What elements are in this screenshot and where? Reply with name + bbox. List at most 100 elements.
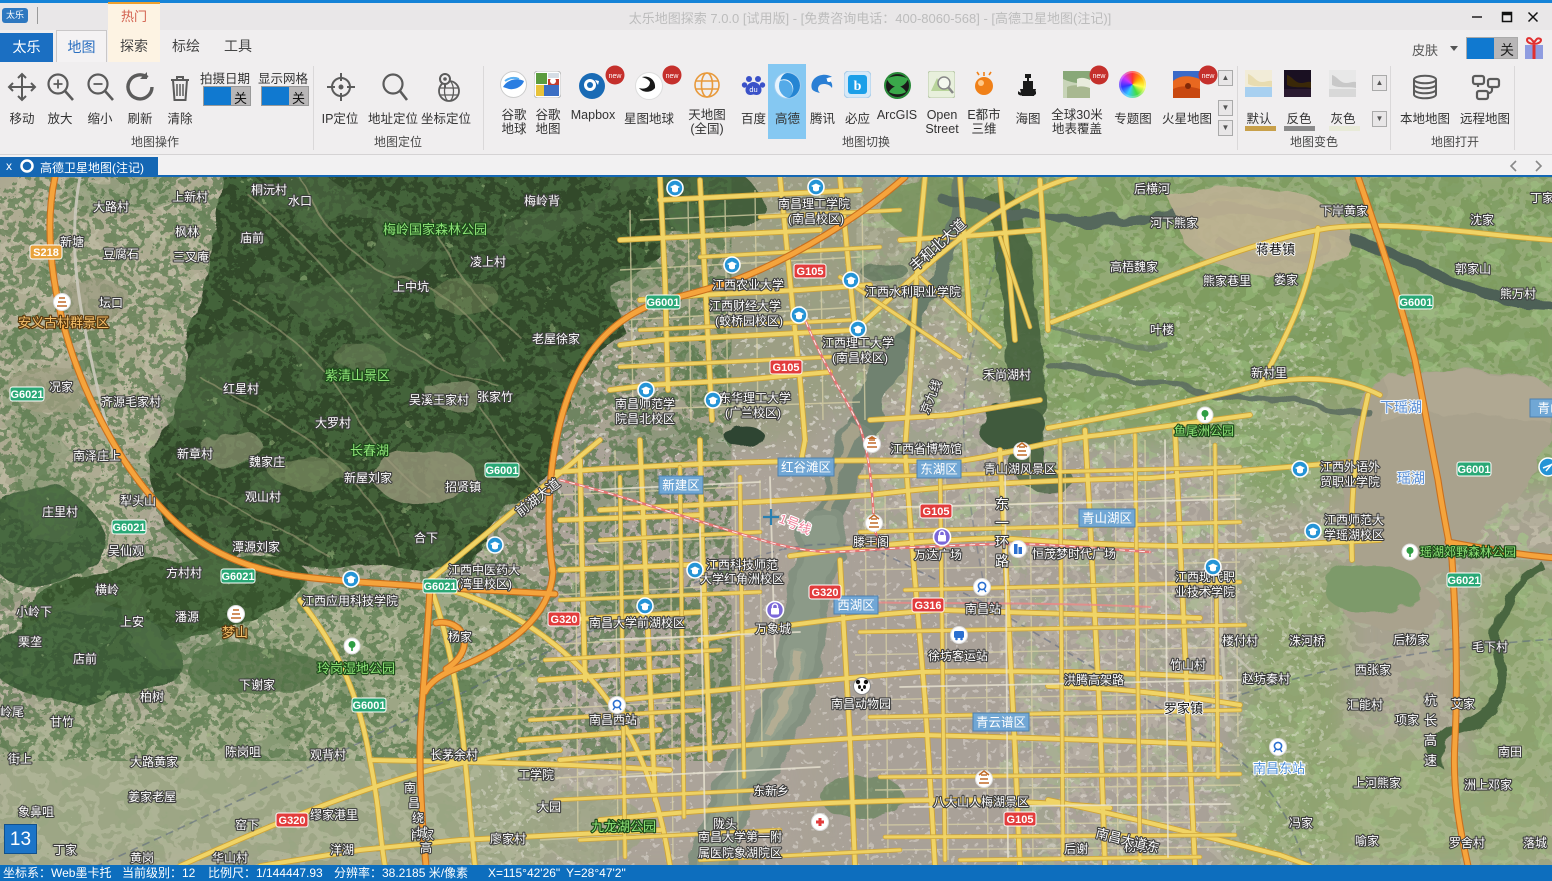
svg-text:郭家山: 郭家山	[1455, 261, 1491, 276]
svg-text:竹山村: 竹山村	[1170, 658, 1206, 672]
svg-text:江西水利职业学院: 江西水利职业学院	[865, 284, 961, 299]
svg-text:G6021: G6021	[1447, 575, 1480, 587]
svg-text:青山: 青山	[1537, 402, 1552, 416]
svg-text:路: 路	[995, 553, 1009, 569]
svg-text:学瑶湖校区: 学瑶湖校区	[1324, 527, 1384, 542]
svg-text:梦山: 梦山	[222, 625, 248, 640]
svg-text:南: 南	[404, 780, 416, 795]
svg-text:新建区: 新建区	[662, 478, 700, 493]
svg-text:南昌大学前湖校区: 南昌大学前湖校区	[589, 615, 685, 630]
svg-text:下谢家: 下谢家	[239, 677, 275, 692]
svg-text:观山村: 观山村	[245, 490, 281, 504]
svg-text:廖家村: 廖家村	[490, 831, 526, 846]
svg-text:吴溪王家村: 吴溪王家村	[409, 392, 469, 407]
svg-text:赵坊秦村: 赵坊秦村	[1242, 671, 1290, 686]
svg-text:鱼尾洲公园: 鱼尾洲公园	[1174, 424, 1234, 438]
svg-text:新屋刘家: 新屋刘家	[344, 470, 392, 485]
svg-text:张家竹: 张家竹	[477, 389, 513, 404]
svg-text:高梧魏家: 高梧魏家	[1110, 259, 1158, 274]
svg-text:新村里: 新村里	[1251, 365, 1287, 380]
svg-text:后横河: 后横河	[1134, 182, 1170, 196]
svg-text:上河熊家: 上河熊家	[1353, 775, 1401, 790]
svg-text:项家: 项家	[1395, 712, 1419, 727]
svg-text:东: 东	[995, 496, 1009, 512]
svg-text:坛口: 坛口	[99, 296, 123, 310]
svg-text:高: 高	[420, 840, 432, 855]
svg-text:G6021: G6021	[112, 522, 145, 534]
svg-text:后谢: 后谢	[1064, 841, 1088, 856]
svg-text:南昌西站: 南昌西站	[589, 712, 637, 727]
svg-text:洲上邓家: 洲上邓家	[1464, 777, 1512, 792]
svg-text:瑶湖: 瑶湖	[1397, 470, 1425, 486]
svg-text:东新乡: 东新乡	[753, 783, 789, 798]
svg-text:毛下村: 毛下村	[1472, 640, 1508, 654]
svg-text:吴仙观: 吴仙观	[108, 544, 144, 558]
svg-text:安义古村群景区: 安义古村群景区	[18, 315, 109, 330]
svg-text:高: 高	[1424, 733, 1437, 748]
svg-text:江西中医药大: 江西中医药大	[448, 562, 520, 577]
svg-text:杭: 杭	[1424, 693, 1437, 708]
svg-text:豆腐石: 豆腐石	[103, 246, 139, 261]
svg-text:长茅余村: 长茅余村	[430, 747, 478, 762]
svg-text:长春湖: 长春湖	[350, 443, 389, 458]
svg-text:魏家庄: 魏家庄	[249, 454, 285, 469]
svg-text:绕: 绕	[412, 811, 424, 825]
svg-text:G6001: G6001	[485, 465, 518, 477]
svg-text:(南昌校区): (南昌校区)	[832, 350, 888, 365]
svg-text:大园: 大园	[537, 800, 561, 814]
svg-text:南泽庄上: 南泽庄上	[73, 448, 121, 463]
svg-text:禾尚湖村: 禾尚湖村	[983, 367, 1031, 382]
svg-text:店前: 店前	[73, 651, 97, 666]
svg-text:瑶湖郊野森林公园: 瑶湖郊野森林公园	[1420, 544, 1516, 559]
svg-text:凌上村: 凌上村	[470, 255, 506, 269]
svg-text:落城: 落城	[1523, 836, 1547, 850]
svg-text:洙河桥: 洙河桥	[1289, 634, 1325, 648]
svg-text:娄家: 娄家	[1274, 272, 1298, 287]
svg-text:G320: G320	[279, 815, 306, 827]
svg-text:西张家: 西张家	[1355, 662, 1391, 677]
svg-text:象鼻咀: 象鼻咀	[18, 804, 54, 819]
svg-text:du: du	[749, 85, 757, 94]
svg-text:上安: 上安	[120, 614, 144, 629]
svg-text:G6001: G6001	[1457, 464, 1490, 476]
svg-text:G6001: G6001	[1399, 297, 1432, 309]
svg-text:桐沅村: 桐沅村	[251, 183, 287, 197]
svg-text:徐坊客运站: 徐坊客运站	[928, 648, 988, 663]
svg-text:枫林: 枫林	[175, 224, 199, 239]
svg-text:后杨家: 后杨家	[1393, 632, 1429, 647]
svg-text:楼付村: 楼付村	[1222, 633, 1258, 648]
svg-text:大路黄家: 大路黄家	[130, 754, 178, 769]
svg-text:下瑶湖: 下瑶湖	[1380, 399, 1422, 415]
svg-text:青山湖风景区: 青山湖风景区	[984, 461, 1056, 476]
svg-text:艾家: 艾家	[1451, 696, 1475, 711]
svg-text:G6001: G6001	[352, 700, 385, 712]
svg-text:西湖区: 西湖区	[837, 598, 875, 613]
svg-text:冯家: 冯家	[1289, 815, 1313, 830]
svg-text:红谷滩区: 红谷滩区	[781, 460, 831, 475]
svg-text:姜家老屋: 姜家老屋	[128, 789, 176, 804]
svg-text:岭尾: 岭尾	[0, 705, 24, 719]
svg-text:犁头山: 犁头山	[120, 494, 156, 508]
svg-text:华山村: 华山村	[212, 851, 248, 865]
svg-text:洋湖: 洋湖	[330, 842, 354, 857]
svg-text:小岭下: 小岭下	[16, 605, 52, 619]
svg-text:江西科技师范: 江西科技师范	[706, 558, 778, 572]
svg-text:陇头: 陇头	[713, 816, 737, 831]
svg-text:江西省博物馆: 江西省博物馆	[890, 441, 962, 456]
svg-text:new: new	[666, 73, 680, 80]
svg-text:江西外语外: 江西外语外	[1320, 460, 1380, 474]
svg-text:工学院: 工学院	[518, 767, 554, 782]
svg-text:丁家: 丁家	[53, 842, 77, 857]
svg-text:陈岗咀: 陈岗咀	[225, 744, 261, 759]
svg-text:业技术学院: 业技术学院	[1175, 584, 1235, 599]
svg-text:b: b	[854, 79, 862, 94]
svg-text:G6021: G6021	[221, 571, 254, 583]
svg-text:庄里村: 庄里村	[42, 504, 78, 519]
svg-text:院昌北校区: 院昌北校区	[615, 411, 675, 426]
svg-text:昌: 昌	[408, 796, 420, 810]
svg-text:杨家: 杨家	[448, 629, 472, 644]
svg-text:罗家镇: 罗家镇	[1164, 701, 1203, 716]
svg-text:青山湖区: 青山湖区	[1082, 511, 1132, 526]
svg-text:速: 速	[1424, 753, 1437, 768]
svg-text:观背村: 观背村	[310, 748, 346, 762]
